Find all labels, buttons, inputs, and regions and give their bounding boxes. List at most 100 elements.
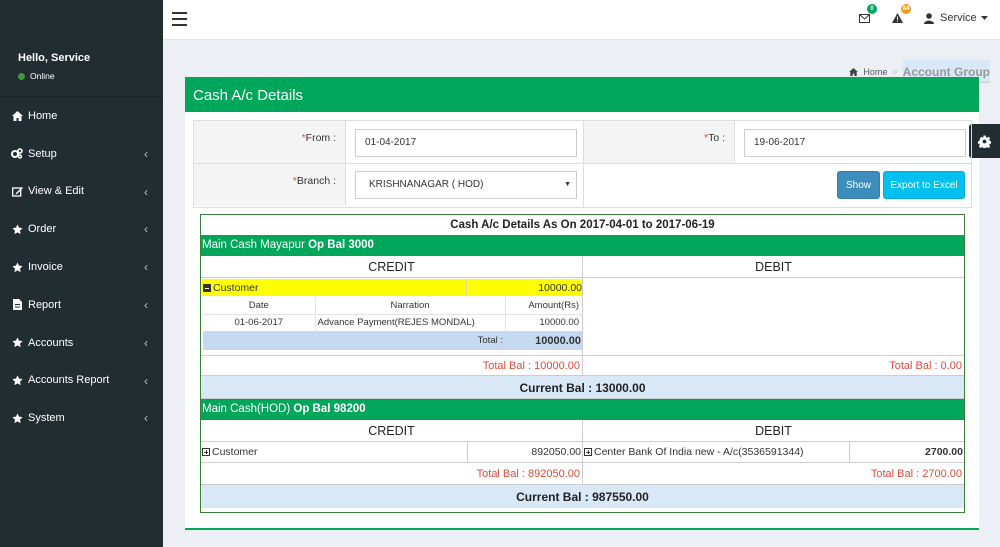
sidebar-item-label: Invoice [28,261,63,274]
date-row: *From : 01-04-2017 *To : 19-06-2017 [194,121,971,164]
detail-total-amount: 10000.00 [535,334,581,347]
totals-row: Total Bal : 10000.00 Total Bal : 0.00 [201,356,964,376]
credit-account-row[interactable]: Customer 10000.00 [202,279,582,296]
detail-header-date: Date [203,297,316,315]
sidebar: Hello, Service Online Home Setup ‹ View … [0,0,163,547]
credit-header: CREDIT [201,420,583,441]
detail-row: 01-06-2017 Advance Payment(REJES MONDAL)… [203,314,582,331]
home-icon [849,67,859,76]
debit-total: Total Bal : 2700.00 [870,468,962,480]
sidebar-item-view-edit[interactable]: View & Edit ‹ [0,173,163,211]
sidebar-item-label: View & Edit [28,185,85,198]
sidebar-item-label: Home [28,109,58,122]
sidebar-item-label: Setup [28,147,57,160]
credit-account-cell: Customer [202,279,467,296]
debit-column [583,278,964,355]
detail-date: 01-06-2017 [203,314,316,331]
from-date-input[interactable]: 01-04-2017 [355,129,577,157]
export-excel-button[interactable]: Export to Excel [883,171,965,199]
star-icon [11,261,23,273]
debit-header: DEBIT [755,260,792,274]
chevron-left-icon: ‹ [144,260,148,275]
sidebar-item-report[interactable]: Report ‹ [0,286,163,324]
group-name: Main Cash Mayapur [202,239,309,251]
sidebar-item-order[interactable]: Order ‹ [0,210,163,248]
user-name: Service [940,12,977,24]
detail-narration: Advance Payment(REJES MONDAL) [315,314,506,331]
show-button[interactable]: Show [837,171,880,199]
hamburger-menu-icon[interactable] [172,12,187,26]
edit-icon [11,185,23,197]
totals-row: Total Bal : 892050.00 Total Bal : 2700.00 [201,463,964,485]
credit-debit-header: CREDIT DEBIT [201,420,964,442]
chevron-left-icon: ‹ [144,297,148,312]
branch-row: *Branch : KRISHNANAGAR ( HOD) ▼ Show Exp… [194,164,971,207]
user-panel: Hello, Service Online [18,52,90,81]
user-menu[interactable]: Service [924,12,988,24]
sidebar-item-label: Accounts [28,336,74,349]
current-balance: Current Bal : 13000.00 [201,376,964,399]
detail-total-label: Total : [477,335,503,346]
group-name: Main Cash(HOD) [202,403,294,415]
breadcrumb-home-link[interactable]: Home [863,67,887,77]
branch-label: *Branch : [194,164,346,206]
detail-table: Date Narration Amount(Rs) 01-06-2017 Adv… [203,297,582,350]
detail-header-amount: Amount(Rs) [505,297,582,315]
chevron-left-icon: ‹ [144,335,148,350]
sidebar-item-accounts-report[interactable]: Accounts Report ‹ [0,362,163,400]
filter-form: *From : 01-04-2017 *To : 19-06-2017 *Bra… [193,120,972,208]
credit-total: Total Bal : 892050.00 [201,463,583,484]
expand-icon[interactable] [202,448,210,456]
credit-total: Total Bal : 10000.00 [201,356,583,375]
opening-balance: Op Bal 98200 [293,403,366,415]
select-arrow-icon: ▼ [564,181,571,188]
credit-debit-header: CREDIT DEBIT [201,256,964,278]
collapse-icon[interactable] [203,284,211,292]
status-indicator: Online [18,71,90,81]
chevron-left-icon: ‹ [144,184,148,199]
messages-button[interactable]: 0 [859,4,877,26]
opening-balance: Op Bal 3000 [308,239,374,251]
sidebar-item-setup[interactable]: Setup ‹ [0,135,163,173]
star-icon [11,412,23,424]
credit-amount: 10000.00 [538,282,582,294]
group-header: Main Cash Mayapur Op Bal 3000 [201,235,964,256]
user-icon [924,12,934,24]
star-icon [11,374,23,386]
settings-toggle[interactable] [969,124,1000,158]
credit-amount: 892050.00 [531,446,581,458]
breadcrumb-separator: > [892,66,898,77]
page-title: Cash A/c Details [185,77,979,112]
sidebar-item-label: Order [28,223,57,236]
branch-select[interactable]: KRISHNANAGAR ( HOD) ▼ [355,171,577,199]
alerts-button[interactable]: 84 [892,4,911,26]
sidebar-item-system[interactable]: System ‹ [0,399,163,437]
sidebar-item-home[interactable]: Home [0,97,163,135]
account-row: Customer 892050.00 Center Bank Of India … [201,442,964,463]
caret-down-icon [980,16,988,20]
sidebar-menu: Home Setup ‹ View & Edit ‹ Order ‹ Invoi… [0,96,163,437]
warning-icon [892,13,903,23]
report-title: Cash A/c Details As On 2017-04-01 to 201… [450,219,715,231]
sidebar-item-label: System [28,412,65,425]
debit-total: Total Bal : 0.00 [889,360,962,372]
detail-total-row: Total : 10000.00 [203,331,582,350]
greeting: Hello, Service [18,52,91,64]
cogs-icon [11,148,23,160]
credit-header: CREDIT [201,256,583,277]
group-header: Main Cash(HOD) Op Bal 98200 [201,399,964,420]
debit-account: Center Bank Of India new - A/c(353659134… [583,442,850,462]
top-navbar: 0 84 Service [163,0,1000,40]
sidebar-item-label: Report [28,298,62,311]
sidebar-item-invoice[interactable]: Invoice ‹ [0,248,163,286]
credit-cell[interactable]: Customer 892050.00 [201,442,583,462]
expand-icon[interactable] [584,448,592,456]
sidebar-item-accounts[interactable]: Accounts ‹ [0,324,163,362]
to-date-input[interactable]: 19-06-2017 [744,129,966,157]
star-icon [11,337,23,349]
credit-column: Customer 10000.00 Date Narration Amount(… [201,278,583,355]
detail-header-narration: Narration [315,297,506,315]
star-icon [11,223,23,235]
sidebar-item-label: Accounts Report [28,374,110,387]
debit-cell[interactable]: Center Bank Of India new - A/c(353659134… [583,442,964,462]
